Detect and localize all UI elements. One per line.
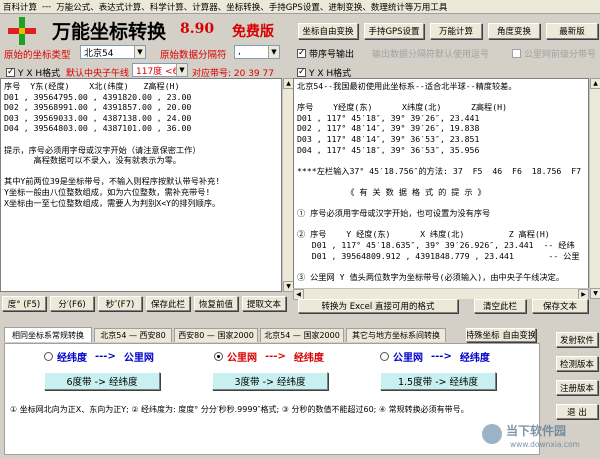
save-text-button[interactable]: 保存文本 [532,299,588,313]
checkbox-box[interactable] [6,66,15,78]
tab-same-system[interactable]: 相同坐标系常规转换 [4,327,92,342]
meridian-select[interactable]: 117度 <6> ▼ [132,63,188,77]
radio-arrow: ---> [95,351,116,362]
menu-item-description[interactable]: 万能公式、表达式计算、科学计算、计算器、坐标转换、手持GPS设置、进制变换、数理… [56,1,447,13]
app-version: 8.90 [180,21,215,37]
sep-value: , [238,47,241,57]
minute-f6-button[interactable]: 分′(F6) [50,296,94,311]
coord-free-transform-button[interactable]: 坐标自由变换 [298,23,358,39]
tab-xa80-gj2000[interactable]: 西安80 — 国家2000 [174,328,258,342]
universal-calc-button[interactable]: 万能计算 [430,23,482,39]
app-edition: 免费版 [232,24,274,40]
radio-circle[interactable] [44,352,53,361]
sep-select[interactable]: , ▼ [234,45,280,59]
check-version-button[interactable]: 检测版本 [556,356,598,371]
watermark-url: www.downxia.com [510,440,580,449]
tab-local-systems[interactable]: 其它与地方坐标系间转换 [346,328,446,342]
zone1-5-to-geo-button[interactable]: 1.5度带 -> 经纬度 [380,372,496,390]
register-button[interactable]: 注册版本 [556,380,598,395]
gps-zone-label: 公里网前级分带号 [524,50,597,60]
sep-label: 原始数据分隔符 [160,50,227,61]
chevron-down-icon[interactable]: ▼ [134,46,145,58]
extract-text-button[interactable]: 提取文本 [242,296,286,311]
input-vscroll[interactable]: ▲ ▼ [282,78,294,292]
watermark-brand: 当下软件园 [506,424,567,438]
with-serial-label: 带序号输出 [309,50,355,60]
tab-bj54-xa80[interactable]: 北京54 — 西安80 [94,328,172,342]
zone6-to-geo-button[interactable]: 6度带 -> 经纬度 [44,372,160,390]
watermark-logo-icon [482,424,502,444]
output-sep-hint: 输出数据分隔符默认使用逗号 [372,50,490,60]
zone3-to-geo-button[interactable]: 3度带 -> 经纬度 [212,372,328,390]
radio-grid-to-geo-1[interactable]: 公里网 ---> 经纬度 [214,349,324,364]
radio-to-label: 经纬度 [459,353,490,364]
second-f7-button[interactable]: 秒″(F7) [98,296,142,311]
restore-button[interactable]: 恢复前值 [194,296,238,311]
gps-zone-checkbox[interactable]: 公里网前级分带号 [512,47,596,60]
with-serial-checkbox[interactable]: 带序号输出 [297,47,354,60]
output-hscroll[interactable]: ◀ ▶ [293,288,589,300]
chevron-down-icon[interactable]: ▼ [268,46,279,58]
radio-geo-to-grid[interactable]: 经纬度 ---> 公里网 [44,349,154,364]
gps-setup-button[interactable]: 手持GPS设置 [364,23,424,39]
clear-right-button[interactable]: 清空此栏 [474,299,526,313]
src-type-value: 北京54 [84,48,114,59]
chevron-down-icon[interactable]: ▼ [176,64,187,76]
scroll-down-icon[interactable]: ▼ [590,288,600,299]
menu-item-baike[interactable]: 百科计算 [3,1,37,13]
exit-button[interactable]: 退 出 [556,404,598,419]
excel-format-button[interactable]: 转换为 Excel 直接可用的格式 [298,299,458,313]
checkbox-box[interactable] [297,66,306,78]
radio-circle[interactable] [214,352,223,361]
special-coord-button[interactable]: 特殊坐标 自由变换 [466,328,536,342]
conversion-notes: ① 坐标网北向为正X、东向为正Y; ② 经纬度为: 度度° 分分′秒秒.9999… [10,405,469,414]
radio-circle[interactable] [380,352,389,361]
save-left-button[interactable]: 保存此栏 [146,296,190,311]
radio-from-label: 经纬度 [57,353,87,364]
latest-version-button[interactable]: 最新版 [546,23,598,39]
app-title: 万能坐标转换 [52,21,167,43]
publish-software-button[interactable]: 发射软件 [556,332,598,347]
src-type-select[interactable]: 北京54 ▼ [80,45,146,59]
radio-arrow: ---> [265,351,286,362]
degree-f5-button[interactable]: 度° (F5) [2,296,46,311]
tab-bj54-gj2000[interactable]: 北京54 — 国家2000 [260,328,344,342]
src-type-label: 原始的坐标类型 [4,50,71,61]
radio-grid-to-geo-2[interactable]: 公里网 ---> 经纬度 [380,349,490,364]
radio-to-label: 公里网 [123,353,154,364]
output-textarea[interactable]: 北京54--我国最初使用此坐标系--适合北半球--精度较差。 序号 Y经度(东)… [293,78,589,299]
scroll-up-icon[interactable]: ▲ [590,78,600,89]
input-textarea[interactable]: 序号 Y东(经度) X北(纬度) Z高程(H) D01 , 39564795.0… [0,78,282,292]
app-logo-icon [8,17,36,45]
radio-to-label: 经纬度 [293,353,324,364]
tab-strip: 相同坐标系常规转换 北京54 — 西安80 西安80 — 国家2000 北京54… [4,327,540,343]
angle-transform-button[interactable]: 角度变换 [488,23,540,39]
checkbox-box[interactable] [512,49,521,58]
radio-from-label: 公里网 [393,353,423,364]
radio-from-label: 公里网 [227,353,257,364]
checkbox-box[interactable] [297,47,306,59]
menu-bar: 百科计算 --- 万能公式、表达式计算、科学计算、计算器、坐标转换、手持GPS设… [0,0,600,14]
menu-separator: --- [42,1,52,12]
radio-arrow: ---> [431,351,452,362]
output-vscroll[interactable]: ▲ ▼ [589,78,600,299]
